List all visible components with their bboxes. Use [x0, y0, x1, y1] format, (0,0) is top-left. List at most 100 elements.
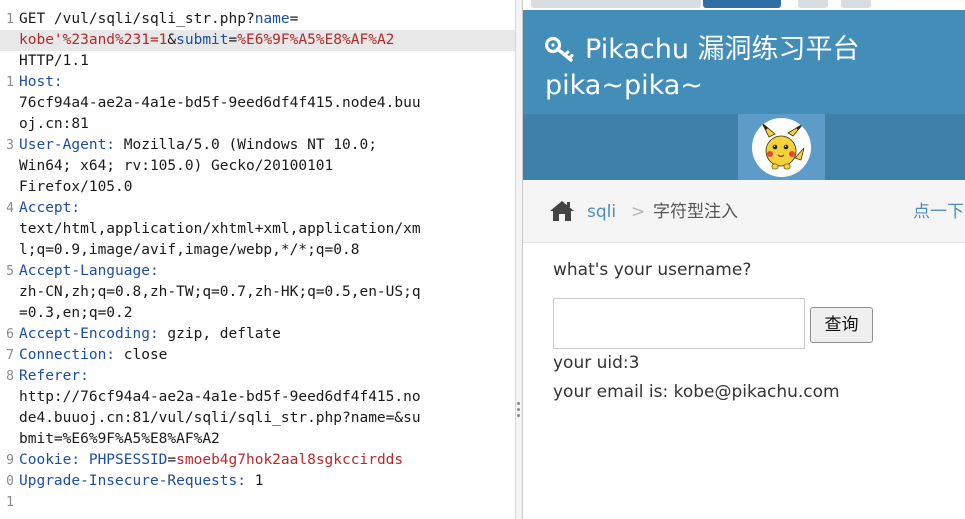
request-text: Win64; x64; rv:105.0) Gecko/20100101	[19, 158, 334, 174]
request-line[interactable]: Firefox/105.0	[0, 177, 515, 198]
request-line[interactable]: 0 Upgrade-Insecure-Requests: 1	[0, 471, 515, 492]
pikachu-avatar	[752, 118, 811, 177]
request-line-text: http://76cf94a4-ae2a-4a1e-bd5f-9eed6df4f…	[19, 387, 421, 408]
line-number	[0, 114, 14, 135]
request-line-text: oj.cn:81	[19, 114, 89, 135]
line-number: 1	[6, 495, 14, 510]
result-email: your email is: kobe@pikachu.com	[553, 382, 840, 402]
line-number	[0, 156, 14, 177]
request-line[interactable]: 7 Connection: close	[0, 345, 515, 366]
request-line[interactable]: http://76cf94a4-ae2a-4a1e-bd5f-9eed6df4f…	[0, 387, 515, 408]
toolbar-button[interactable]	[798, 0, 828, 8]
line-number	[0, 240, 14, 261]
line-number: 1	[6, 12, 14, 27]
line-number	[0, 429, 14, 450]
toolbar-tab[interactable]	[531, 0, 701, 8]
request-line[interactable]: kobe'%23and%231=1&submit=%E6%9F%A5%E8%AF…	[0, 30, 515, 51]
browser-viewport: Pikachu 漏洞练习平台 pika~pika~ sqli > 字符型注入 点…	[523, 0, 965, 519]
request-line-text: l;q=0.9,image/avif,image/webp,*/*;q=0.8	[19, 240, 359, 261]
request-line[interactable]: 8 Referer:	[0, 366, 515, 387]
request-line[interactable]: l;q=0.9,image/avif,image/webp,*/*;q=0.8	[0, 240, 515, 261]
line-number	[0, 30, 14, 51]
request-line-text: Accept-Encoding: gzip, deflate	[19, 324, 281, 345]
request-line[interactable]: oj.cn:81	[0, 114, 515, 135]
request-line-text: kobe'%23and%231=1&submit=%E6%9F%A5%E8%AF…	[19, 30, 394, 51]
request-text: oj.cn:81	[19, 116, 89, 132]
user-menu[interactable]	[738, 114, 825, 180]
request-editor[interactable]: 1 GET /vul/sqli/sqli_str.php?name= kobe'%2…	[0, 0, 515, 519]
line-number: 8	[6, 369, 14, 384]
request-text: bmit=%E6%9F%A5%E8%AF%A2	[19, 431, 220, 447]
breadcrumb: sqli > 字符型注入 点一下	[523, 180, 965, 243]
site-title[interactable]: Pikachu 漏洞练习平台	[585, 32, 860, 68]
line-number: 7	[6, 348, 14, 363]
request-line-text: Win64; x64; rv:105.0) Gecko/20100101	[19, 156, 333, 177]
request-line[interactable]: 1 Host:	[0, 72, 515, 93]
request-text: http://76cf94a4-ae2a-4a1e-bd5f-9eed6df4f…	[19, 389, 421, 405]
splitter-grip-dot	[517, 402, 520, 405]
splitter-grip-dot	[517, 408, 520, 411]
request-line[interactable]: text/html,application/xhtml+xml,applicat…	[0, 219, 515, 240]
home-icon[interactable]	[549, 200, 575, 226]
request-line[interactable]: 9 Cookie: PHPSESSID=smoeb4g7hok2aal8sgkcc…	[0, 450, 515, 471]
line-number	[0, 282, 14, 303]
request-line-text: Cookie: PHPSESSID=smoeb4g7hok2aal8sgkcci…	[19, 450, 403, 471]
line-number	[0, 93, 14, 114]
user-nav-bar	[523, 114, 965, 180]
param-name: PHPSESSID	[88, 452, 168, 468]
request-line-text: Host:	[19, 72, 63, 93]
request-line[interactable]: zh-CN,zh;q=0.8,zh-TW;q=0.7,zh-HK;q=0.5,e…	[0, 282, 515, 303]
toolbar-strip	[523, 0, 965, 10]
request-text: zh-CN,zh;q=0.8,zh-TW;q=0.7,zh-HK;q=0.5,e…	[19, 284, 421, 300]
breadcrumb-link-sqli[interactable]: sqli	[587, 200, 616, 224]
header-name: Accept-Encoding:	[19, 326, 159, 342]
request-text: de4.buuoj.cn:81/vul/sqli/sqli_str.php?na…	[19, 410, 421, 426]
request-line-text: Referer:	[19, 366, 89, 387]
request-line[interactable]: de4.buuoj.cn:81/vul/sqli/sqli_str.php?na…	[0, 408, 515, 429]
request-line[interactable]: 4 Accept:	[0, 198, 515, 219]
line-number: 9	[6, 453, 14, 468]
result-uid: your uid:3	[553, 353, 640, 373]
request-line-text: HTTP/1.1	[19, 51, 89, 72]
request-line[interactable]: bmit=%E6%9F%A5%E8%AF%A2	[0, 429, 515, 450]
request-line[interactable]: =0.3,en;q=0.2	[0, 303, 515, 324]
breadcrumb-separator: >	[631, 202, 646, 222]
line-number	[0, 219, 14, 240]
line-number	[0, 177, 14, 198]
line-number: 3	[6, 138, 14, 153]
query-button[interactable]: 查询	[810, 307, 873, 343]
request-line-text: Upgrade-Insecure-Requests: 1	[19, 471, 263, 492]
request-text: =	[167, 452, 177, 468]
request-line[interactable]: 76cf94a4-ae2a-4a1e-bd5f-9eed6df4f415.nod…	[0, 93, 515, 114]
request-text: Mozilla/5.0 (Windows NT 10.0;	[115, 137, 377, 153]
header-name: Host:	[19, 74, 63, 90]
toolbar-button[interactable]	[841, 0, 871, 8]
line-number	[0, 303, 14, 324]
header-name: Cookie:	[19, 452, 81, 468]
header-name: Accept:	[19, 200, 81, 216]
hint-link[interactable]: 点一下	[913, 200, 964, 224]
request-line[interactable]: HTTP/1.1	[0, 51, 515, 72]
header-name: User-Agent:	[19, 137, 116, 153]
request-line-text: Connection: close	[19, 345, 167, 366]
request-line[interactable]: 3 User-Agent: Mozilla/5.0 (Windows NT 10.…	[0, 135, 515, 156]
line-number: 4	[6, 201, 14, 216]
request-line-text: =0.3,en;q=0.2	[19, 303, 133, 324]
param-name: name	[254, 11, 290, 27]
request-text: HTTP/1.1	[19, 53, 89, 69]
site-header: Pikachu 漏洞练习平台 pika~pika~	[523, 10, 965, 114]
request-line[interactable]: 1	[0, 492, 515, 513]
line-number: 1	[6, 75, 14, 90]
request-text: l;q=0.9,image/avif,image/webp,*/*;q=0.8	[19, 242, 360, 258]
request-line[interactable]: Win64; x64; rv:105.0) Gecko/20100101	[0, 156, 515, 177]
request-line[interactable]: 5 Accept-Language:	[0, 261, 515, 282]
line-number	[0, 408, 14, 429]
line-number: 0	[6, 474, 14, 489]
param-value: kobe'%23and%231=1	[19, 32, 168, 48]
toolbar-tab-active[interactable]	[703, 0, 781, 8]
request-line[interactable]: 1 GET /vul/sqli/sqli_str.php?name=	[0, 9, 515, 30]
username-input[interactable]	[553, 298, 805, 349]
request-text: close	[115, 347, 168, 363]
pane-splitter[interactable]	[515, 0, 523, 519]
request-line[interactable]: 6 Accept-Encoding: gzip, deflate	[0, 324, 515, 345]
